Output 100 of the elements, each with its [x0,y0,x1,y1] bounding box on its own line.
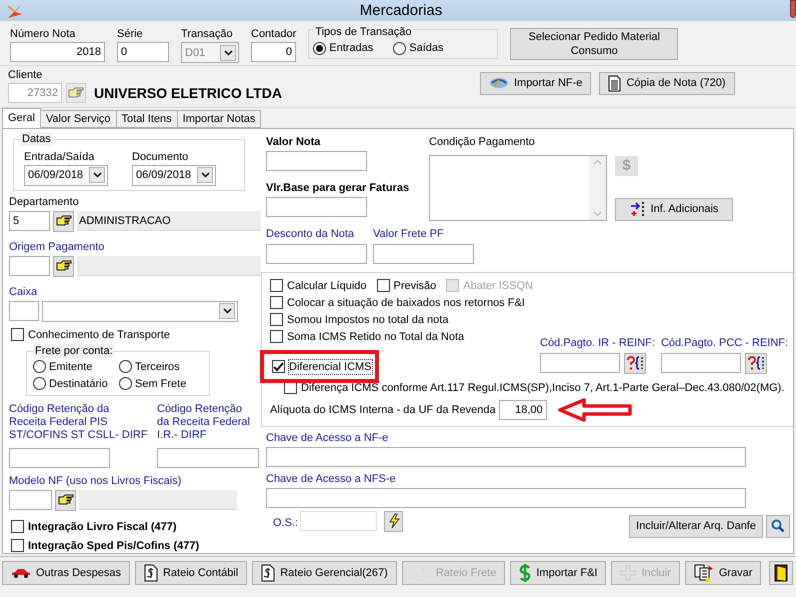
chevron-down-icon [200,172,210,178]
toolbar-button[interactable] [769,561,794,586]
field-label: Código Retenção da Receita Federal I.R.- DIRF [157,402,251,442]
window-title: Mercadorias [360,2,444,20]
radio-label: Sem Frete [135,376,186,391]
lightning-button[interactable] [384,510,404,532]
lookup-button[interactable] [53,210,74,232]
group-title: Datas [20,132,53,146]
arrows-icon [630,201,646,218]
field-label: Entrada/Saída [24,150,96,164]
checkbox-label: Diferença ICMS conforme Art.117 Regul.ICMS(SP),Inciso 7, Art.1-Parte Geral–Dec.43.080/02(MG). [301,380,784,395]
input-field[interactable]: 0 [251,42,296,62]
field-label: Caixa [9,284,38,299]
radio-button[interactable] [33,377,46,390]
input-field[interactable]: 0 [117,42,169,62]
field-label: Vlr.Base para gerar Faturas [266,180,410,195]
input-field[interactable] [266,488,746,508]
radio-button[interactable] [119,377,132,390]
close-button[interactable] [790,0,796,18]
field-label: Chave de Acesso a NF-e [266,430,390,445]
tab[interactable]: Geral [2,108,41,128]
copy-button[interactable]: Cópia de Nota (720) [599,72,734,95]
field-label: Documento [132,150,190,164]
field-label: Código Retenção da Receita Federal PIS ST/COFINS ST CSLL- DIRF [9,402,149,442]
tab[interactable]: Valor Serviço [40,110,117,128]
input-field[interactable]: 27332 [8,82,62,103]
input-field[interactable] [266,446,746,467]
field-label: Desconto da Nota [266,226,356,241]
checkbox[interactable] [376,279,390,292]
input-field[interactable] [9,256,50,276]
date-picker[interactable]: 06/09/2018 [24,164,108,186]
input-field[interactable]: 5 [9,211,50,232]
car-icon [11,568,31,578]
checkbox-label: Integração Livro Fiscal (477) [28,520,177,534]
checkbox[interactable] [11,539,24,552]
checkbox[interactable] [270,330,283,344]
toolbar-button[interactable]: Rateio Gerencial(267) [252,561,397,586]
checkbox-label: Soma ICMS Retido no Total da Nota [287,330,464,344]
radio-label: Terceiros [135,360,180,374]
input-field[interactable] [266,196,367,217]
help-button[interactable] [744,352,767,374]
checkbox-label: Colocar a situação de baixados nos retornos F&I [287,296,525,310]
toolbar-button[interactable]: Gravar [684,561,762,586]
checkbox[interactable] [270,313,283,326]
radio-button[interactable] [119,360,132,374]
checkbox[interactable] [11,328,24,342]
lightning-icon [388,513,400,530]
lookup-button[interactable] [53,256,74,277]
field-label: Valor Nota [266,134,322,149]
input-field[interactable] [266,150,367,171]
field-label: Modelo NF (uso nos Livros Fiscais) [9,474,182,488]
radio-label: Entradas [329,41,374,56]
lookup-button[interactable] [55,490,76,511]
date-picker[interactable]: 06/09/2018 [132,164,216,186]
select-order-button[interactable]: Selecionar Pedido Material Consumo [510,28,678,60]
exit-door-icon [774,564,788,582]
input-field[interactable] [660,353,741,374]
checkbox[interactable] [270,296,283,310]
field-label: Transação [181,27,234,42]
field-label: O.S.: [273,516,298,530]
documents-save-icon [694,564,714,582]
checkbox[interactable] [11,520,24,534]
pointing-hand-icon [56,260,72,272]
input-field[interactable] [157,448,259,468]
input-field[interactable]: 18,00 [498,400,547,420]
import-button[interactable]: Importar NF-e [480,72,592,95]
field-label: Cód.Pagto. PCC - REINF: [660,336,788,350]
radio-button[interactable] [393,42,406,55]
input-field[interactable] [373,244,474,264]
field-label: Número Nota [10,27,76,42]
toolbar-button[interactable]: Importar F&I [510,561,606,586]
group-title: Tipos de Transação [313,25,414,40]
toolbar-button[interactable]: Outras Despesas [2,561,130,586]
radio-button[interactable] [313,42,326,55]
input-field[interactable] [9,448,110,468]
help-button[interactable] [624,352,646,374]
field-label: Departamento [9,194,80,209]
checkbox[interactable] [270,279,283,292]
tab[interactable]: Total Itens [116,110,178,128]
input-field[interactable] [9,490,52,510]
input-field[interactable] [9,301,39,322]
pointing-hand-icon [68,86,84,99]
danfe-button[interactable]: Incluir/Alterar Arq. Danfe [629,514,763,538]
input-field[interactable] [540,353,620,374]
input-field[interactable]: 2018 [10,42,105,62]
tab[interactable]: Importar Notas [176,110,262,128]
input-field[interactable] [266,244,367,264]
search-button[interactable] [766,514,790,538]
field-label: Alíquota do ICMS Interna - da UF da Revenda [270,402,496,417]
info-button[interactable]: Inf. Adicionais [615,198,733,221]
field-label: Condição Pagamento [429,134,536,149]
radio-label: Emitente [49,360,92,374]
checkbox[interactable] [272,360,285,374]
app-logo-icon [6,2,24,19]
radio-label: Destinatário [49,376,108,391]
checkbox-label: Somou Impostos no total da nota [287,312,448,327]
toolbar-button[interactable]: Rateio Contábil [134,561,248,586]
pointing-hand-icon [58,494,74,506]
help-icon [626,355,644,372]
radio-button[interactable] [33,360,46,374]
